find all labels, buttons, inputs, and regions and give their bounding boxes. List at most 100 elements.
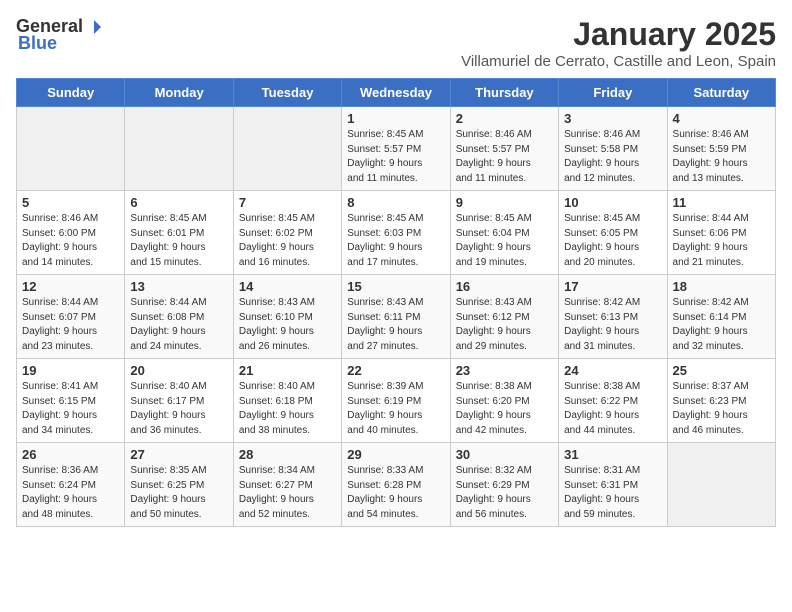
calendar-cell: 21 Sunrise: 8:40 AM Sunset: 6:18 PM Dayli… <box>233 359 341 443</box>
calendar-week-row: 5Sunrise: 8:46 AM Sunset: 6:00 PM Daylig… <box>17 191 776 275</box>
calendar-cell: 9 Sunrise: 8:45 AM Sunset: 6:04 PM Daylig… <box>450 191 558 275</box>
day-number: 24 <box>564 363 661 378</box>
day-number: 17 <box>564 279 661 294</box>
calendar-cell: 17 Sunrise: 8:42 AM Sunset: 6:13 PM Dayli… <box>559 275 667 359</box>
day-info: Sunrise: 8:46 AM Sunset: 5:59 PM Dayligh… <box>673 128 770 186</box>
day-number: 2 <box>456 111 553 126</box>
day-number: 22 <box>347 363 444 378</box>
calendar-cell: 26 Sunrise: 8:36 AM Sunset: 6:24 PM Dayli… <box>17 443 125 527</box>
day-number: 23 <box>456 363 553 378</box>
day-number: 29 <box>347 447 444 462</box>
day-info: Sunrise: 8:43 AM Sunset: 6:12 PM Dayligh… <box>456 296 553 354</box>
day-info: Sunrise: 8:42 AM Sunset: 6:14 PM Dayligh… <box>673 296 770 354</box>
calendar-cell: 14 Sunrise: 8:43 AM Sunset: 6:10 PM Dayli… <box>233 275 341 359</box>
day-info: Sunrise: 8:42 AM Sunset: 6:13 PM Dayligh… <box>564 296 661 354</box>
calendar-cell: 5Sunrise: 8:46 AM Sunset: 6:00 PM Daylig… <box>17 191 125 275</box>
day-info: Sunrise: 8:34 AM Sunset: 6:27 PM Dayligh… <box>239 464 336 522</box>
calendar-table: SundayMondayTuesdayWednesdayThursdayFrid… <box>16 78 776 527</box>
calendar-cell: 31 Sunrise: 8:31 AM Sunset: 6:31 PM Dayli… <box>559 443 667 527</box>
day-number: 31 <box>564 447 661 462</box>
day-number: 14 <box>239 279 336 294</box>
day-info: Sunrise: 8:45 AM Sunset: 6:05 PM Dayligh… <box>564 212 661 270</box>
day-number: 26 <box>22 447 119 462</box>
calendar-cell: 28 Sunrise: 8:34 AM Sunset: 6:27 PM Dayli… <box>233 443 341 527</box>
calendar-cell: 15 Sunrise: 8:43 AM Sunset: 6:11 PM Dayli… <box>342 275 450 359</box>
calendar-cell: 11Sunrise: 8:44 AM Sunset: 6:06 PM Dayli… <box>667 191 775 275</box>
month-title: January 2025 <box>461 16 776 53</box>
calendar-cell: 18 Sunrise: 8:42 AM Sunset: 6:14 PM Dayli… <box>667 275 775 359</box>
logo-icon <box>85 18 103 36</box>
day-number: 9 <box>456 195 553 210</box>
calendar-cell: 20 Sunrise: 8:40 AM Sunset: 6:17 PM Dayli… <box>125 359 233 443</box>
day-info: Sunrise: 8:45 AM Sunset: 6:01 PM Dayligh… <box>130 212 227 270</box>
calendar-week-row: 12Sunrise: 8:44 AM Sunset: 6:07 PM Dayli… <box>17 275 776 359</box>
calendar-cell: 27 Sunrise: 8:35 AM Sunset: 6:25 PM Dayli… <box>125 443 233 527</box>
day-info: Sunrise: 8:40 AM Sunset: 6:17 PM Dayligh… <box>130 380 227 438</box>
day-number: 30 <box>456 447 553 462</box>
day-info: Sunrise: 8:32 AM Sunset: 6:29 PM Dayligh… <box>456 464 553 522</box>
day-info: Sunrise: 8:41 AM Sunset: 6:15 PM Dayligh… <box>22 380 119 438</box>
calendar-cell: 7 Sunrise: 8:45 AM Sunset: 6:02 PM Daylig… <box>233 191 341 275</box>
day-number: 19 <box>22 363 119 378</box>
day-info: Sunrise: 8:33 AM Sunset: 6:28 PM Dayligh… <box>347 464 444 522</box>
day-info: Sunrise: 8:46 AM Sunset: 6:00 PM Dayligh… <box>22 212 119 270</box>
day-number: 27 <box>130 447 227 462</box>
weekday-header-row: SundayMondayTuesdayWednesdayThursdayFrid… <box>17 79 776 107</box>
day-number: 7 <box>239 195 336 210</box>
day-number: 4 <box>673 111 770 126</box>
calendar-cell: 30 Sunrise: 8:32 AM Sunset: 6:29 PM Dayli… <box>450 443 558 527</box>
day-info: Sunrise: 8:37 AM Sunset: 6:23 PM Dayligh… <box>673 380 770 438</box>
day-number: 21 <box>239 363 336 378</box>
weekday-header: Wednesday <box>342 79 450 107</box>
day-number: 3 <box>564 111 661 126</box>
day-info: Sunrise: 8:45 AM Sunset: 5:57 PM Dayligh… <box>347 128 444 186</box>
calendar-cell <box>125 107 233 191</box>
calendar-cell: 1Sunrise: 8:45 AM Sunset: 5:57 PM Daylig… <box>342 107 450 191</box>
day-number: 15 <box>347 279 444 294</box>
calendar-cell <box>667 443 775 527</box>
day-info: Sunrise: 8:31 AM Sunset: 6:31 PM Dayligh… <box>564 464 661 522</box>
title-block: January 2025 Villamuriel de Cerrato, Cas… <box>461 16 776 70</box>
day-number: 10 <box>564 195 661 210</box>
calendar-cell: 19 Sunrise: 8:41 AM Sunset: 6:15 PM Dayli… <box>17 359 125 443</box>
calendar-cell: 24 Sunrise: 8:38 AM Sunset: 6:22 PM Dayli… <box>559 359 667 443</box>
calendar-cell: 29 Sunrise: 8:33 AM Sunset: 6:28 PM Dayli… <box>342 443 450 527</box>
day-info: Sunrise: 8:44 AM Sunset: 6:06 PM Dayligh… <box>673 212 770 270</box>
calendar-cell: 13Sunrise: 8:44 AM Sunset: 6:08 PM Dayli… <box>125 275 233 359</box>
calendar-cell: 8Sunrise: 8:45 AM Sunset: 6:03 PM Daylig… <box>342 191 450 275</box>
day-number: 6 <box>130 195 227 210</box>
day-info: Sunrise: 8:39 AM Sunset: 6:19 PM Dayligh… <box>347 380 444 438</box>
day-info: Sunrise: 8:46 AM Sunset: 5:57 PM Dayligh… <box>456 128 553 186</box>
calendar-cell <box>233 107 341 191</box>
calendar-week-row: 19 Sunrise: 8:41 AM Sunset: 6:15 PM Dayli… <box>17 359 776 443</box>
day-info: Sunrise: 8:38 AM Sunset: 6:22 PM Dayligh… <box>564 380 661 438</box>
page-header: General Blue January 2025 Villamuriel de… <box>16 16 776 70</box>
weekday-header: Saturday <box>667 79 775 107</box>
calendar-cell: 23 Sunrise: 8:38 AM Sunset: 6:20 PM Dayli… <box>450 359 558 443</box>
day-info: Sunrise: 8:35 AM Sunset: 6:25 PM Dayligh… <box>130 464 227 522</box>
day-number: 25 <box>673 363 770 378</box>
weekday-header: Tuesday <box>233 79 341 107</box>
calendar-week-row: 1Sunrise: 8:45 AM Sunset: 5:57 PM Daylig… <box>17 107 776 191</box>
logo-blue-text: Blue <box>16 33 57 54</box>
weekday-header: Sunday <box>17 79 125 107</box>
calendar-week-row: 26 Sunrise: 8:36 AM Sunset: 6:24 PM Dayli… <box>17 443 776 527</box>
day-number: 20 <box>130 363 227 378</box>
day-info: Sunrise: 8:43 AM Sunset: 6:10 PM Dayligh… <box>239 296 336 354</box>
day-info: Sunrise: 8:43 AM Sunset: 6:11 PM Dayligh… <box>347 296 444 354</box>
day-number: 8 <box>347 195 444 210</box>
day-info: Sunrise: 8:45 AM Sunset: 6:02 PM Dayligh… <box>239 212 336 270</box>
day-number: 13 <box>130 279 227 294</box>
day-info: Sunrise: 8:45 AM Sunset: 6:04 PM Dayligh… <box>456 212 553 270</box>
calendar-cell: 12Sunrise: 8:44 AM Sunset: 6:07 PM Dayli… <box>17 275 125 359</box>
calendar-cell: 3Sunrise: 8:46 AM Sunset: 5:58 PM Daylig… <box>559 107 667 191</box>
day-info: Sunrise: 8:38 AM Sunset: 6:20 PM Dayligh… <box>456 380 553 438</box>
day-number: 18 <box>673 279 770 294</box>
day-info: Sunrise: 8:40 AM Sunset: 6:18 PM Dayligh… <box>239 380 336 438</box>
day-info: Sunrise: 8:36 AM Sunset: 6:24 PM Dayligh… <box>22 464 119 522</box>
location-title: Villamuriel de Cerrato, Castille and Leo… <box>461 53 776 70</box>
calendar-cell <box>17 107 125 191</box>
day-info: Sunrise: 8:44 AM Sunset: 6:07 PM Dayligh… <box>22 296 119 354</box>
day-number: 28 <box>239 447 336 462</box>
calendar-cell: 22 Sunrise: 8:39 AM Sunset: 6:19 PM Dayli… <box>342 359 450 443</box>
